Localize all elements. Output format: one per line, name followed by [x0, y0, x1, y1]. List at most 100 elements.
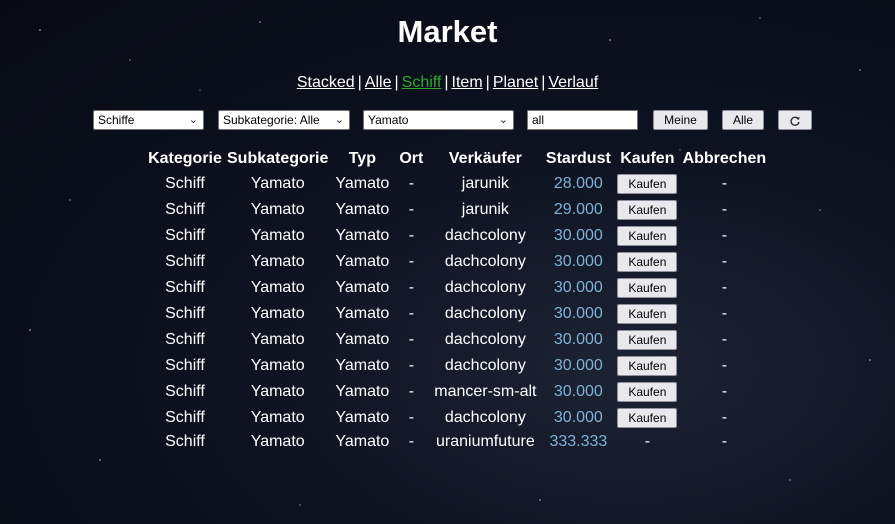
nav-separator: |: [357, 74, 362, 91]
cell-abbrechen: -: [721, 253, 728, 270]
cell-kaufen: Kaufen: [614, 249, 680, 275]
buy-button[interactable]: Kaufen: [617, 408, 678, 428]
cell-stardust: 30.000: [553, 253, 603, 270]
cell-kategorie: Schiff: [165, 305, 205, 322]
cell-abbrechen: -: [721, 383, 728, 400]
cell-kaufen: Kaufen: [614, 301, 680, 327]
cell-typ: Yamato: [335, 175, 390, 192]
nav-separator: |: [444, 74, 449, 91]
cell-subkategorie: Yamato: [250, 409, 305, 426]
column-header-typ: Typ: [348, 150, 376, 167]
cell-verkaeufer: dachcolony: [444, 305, 526, 322]
table-row: Schiff Yamato Yamato - dachcolony 30.000 Kaufe…: [145, 405, 768, 431]
nav-link-planet[interactable]: Planet: [493, 74, 538, 91]
subcategory-select[interactable]: Subkategorie: Alle ⌄: [218, 110, 350, 130]
cell-ort: -: [408, 227, 415, 244]
column-header-verkaeufer: Verkäufer: [448, 150, 522, 167]
cell-subkategorie: Yamato: [250, 383, 305, 400]
cell-abbrechen: -: [721, 409, 728, 426]
cell-stardust: 30.000: [553, 409, 603, 426]
buy-button[interactable]: Kaufen: [617, 226, 678, 246]
cell-verkaeufer: dachcolony: [444, 357, 526, 374]
cell-subkategorie: Yamato: [250, 433, 305, 450]
cell-abbrechen: -: [721, 305, 728, 322]
cell-typ: Yamato: [335, 357, 390, 374]
nav-link-alle[interactable]: Alle: [365, 74, 392, 91]
column-header-subkategorie: Subkategorie: [227, 150, 329, 167]
mine-button[interactable]: Meine: [653, 110, 708, 130]
cell-ort: -: [408, 253, 415, 270]
cell-abbrechen: -: [721, 279, 728, 296]
search-input[interactable]: all: [527, 110, 638, 130]
cell-ort: -: [408, 175, 415, 192]
buy-button[interactable]: Kaufen: [617, 252, 678, 272]
cell-abbrechen: -: [721, 433, 728, 450]
cell-typ: Yamato: [335, 201, 390, 218]
table-row: Schiff Yamato Yamato - jarunik 29.000 Kaufen -: [145, 197, 768, 223]
cell-verkaeufer: dachcolony: [444, 227, 526, 244]
buy-button[interactable]: Kaufen: [617, 330, 678, 350]
table-row: Schiff Yamato Yamato - dachcolony 30.000 Kaufe…: [145, 275, 768, 301]
cell-kaufen: Kaufen: [614, 327, 680, 353]
market-table: Kategorie Subkategorie Typ Ort Verkäufer…: [145, 147, 768, 453]
buy-button[interactable]: Kaufen: [617, 304, 678, 324]
cell-stardust: 29.000: [553, 201, 603, 218]
nav-separator: |: [485, 74, 490, 91]
cell-ort: -: [408, 305, 415, 322]
cell-kategorie: Schiff: [165, 253, 205, 270]
cell-subkategorie: Yamato: [250, 253, 305, 270]
chevron-down-icon: ⌄: [334, 114, 344, 126]
cell-subkategorie: Yamato: [250, 227, 305, 244]
column-header-stardust: Stardust: [545, 150, 611, 167]
table-row: Schiff Yamato Yamato - dachcolony 30.000 Kaufe…: [145, 223, 768, 249]
buy-button[interactable]: Kaufen: [617, 356, 678, 376]
cell-ort: -: [408, 433, 415, 450]
nav-separator: |: [394, 74, 399, 91]
cell-verkaeufer: jarunik: [461, 201, 509, 218]
cell-subkategorie: Yamato: [250, 201, 305, 218]
cell-kategorie: Schiff: [165, 175, 205, 192]
type-select[interactable]: Yamato ⌄: [363, 110, 514, 130]
all-button[interactable]: Alle: [722, 110, 764, 130]
buy-button[interactable]: Kaufen: [617, 382, 678, 402]
cell-kaufen: Kaufen: [614, 353, 680, 379]
nav-link-verlauf[interactable]: Verlauf: [548, 74, 598, 91]
cell-typ: Yamato: [335, 253, 390, 270]
cell-kategorie: Schiff: [165, 409, 205, 426]
cell-kategorie: Schiff: [165, 279, 205, 296]
refresh-icon: [790, 116, 800, 126]
cell-kategorie: Schiff: [165, 227, 205, 244]
cell-stardust: 333.333: [549, 433, 608, 450]
nav-separator: |: [541, 74, 546, 91]
cell-kategorie: Schiff: [165, 383, 205, 400]
buy-button[interactable]: Kaufen: [617, 174, 678, 194]
cell-kaufen: Kaufen: [614, 275, 680, 301]
buy-button[interactable]: Kaufen: [617, 200, 678, 220]
table-row: Schiff Yamato Yamato - dachcolony 30.000 Kaufe…: [145, 353, 768, 379]
cell-typ: Yamato: [335, 305, 390, 322]
cell-ort: -: [408, 331, 415, 348]
cell-kategorie: Schiff: [165, 201, 205, 218]
column-header-abbrechen: Abbrechen: [682, 150, 767, 167]
nav-link-stacked[interactable]: Stacked: [297, 74, 355, 91]
cell-typ: Yamato: [335, 383, 390, 400]
cell-abbrechen: -: [721, 227, 728, 244]
nav-link-schiff[interactable]: Schiff: [402, 74, 442, 91]
cell-subkategorie: Yamato: [250, 279, 305, 296]
cell-verkaeufer: dachcolony: [444, 409, 526, 426]
page-title: Market: [397, 14, 498, 49]
cell-kaufen: Kaufen: [614, 171, 680, 197]
category-select[interactable]: Schiffe ⌄: [93, 110, 204, 130]
cell-kaufen: Kaufen: [614, 197, 680, 223]
subcategory-select-value: Subkategorie: Alle: [223, 113, 320, 127]
cell-stardust: 30.000: [553, 305, 603, 322]
column-header-ort: Ort: [399, 150, 424, 167]
buy-button[interactable]: Kaufen: [617, 278, 678, 298]
refresh-button[interactable]: [778, 110, 812, 130]
cell-stardust: 30.000: [553, 331, 603, 348]
nav-link-item[interactable]: Item: [452, 74, 483, 91]
cell-abbrechen: -: [721, 357, 728, 374]
cell-verkaeufer: dachcolony: [444, 279, 526, 296]
cell-stardust: 30.000: [553, 357, 603, 374]
cell-stardust: 28.000: [553, 175, 603, 192]
